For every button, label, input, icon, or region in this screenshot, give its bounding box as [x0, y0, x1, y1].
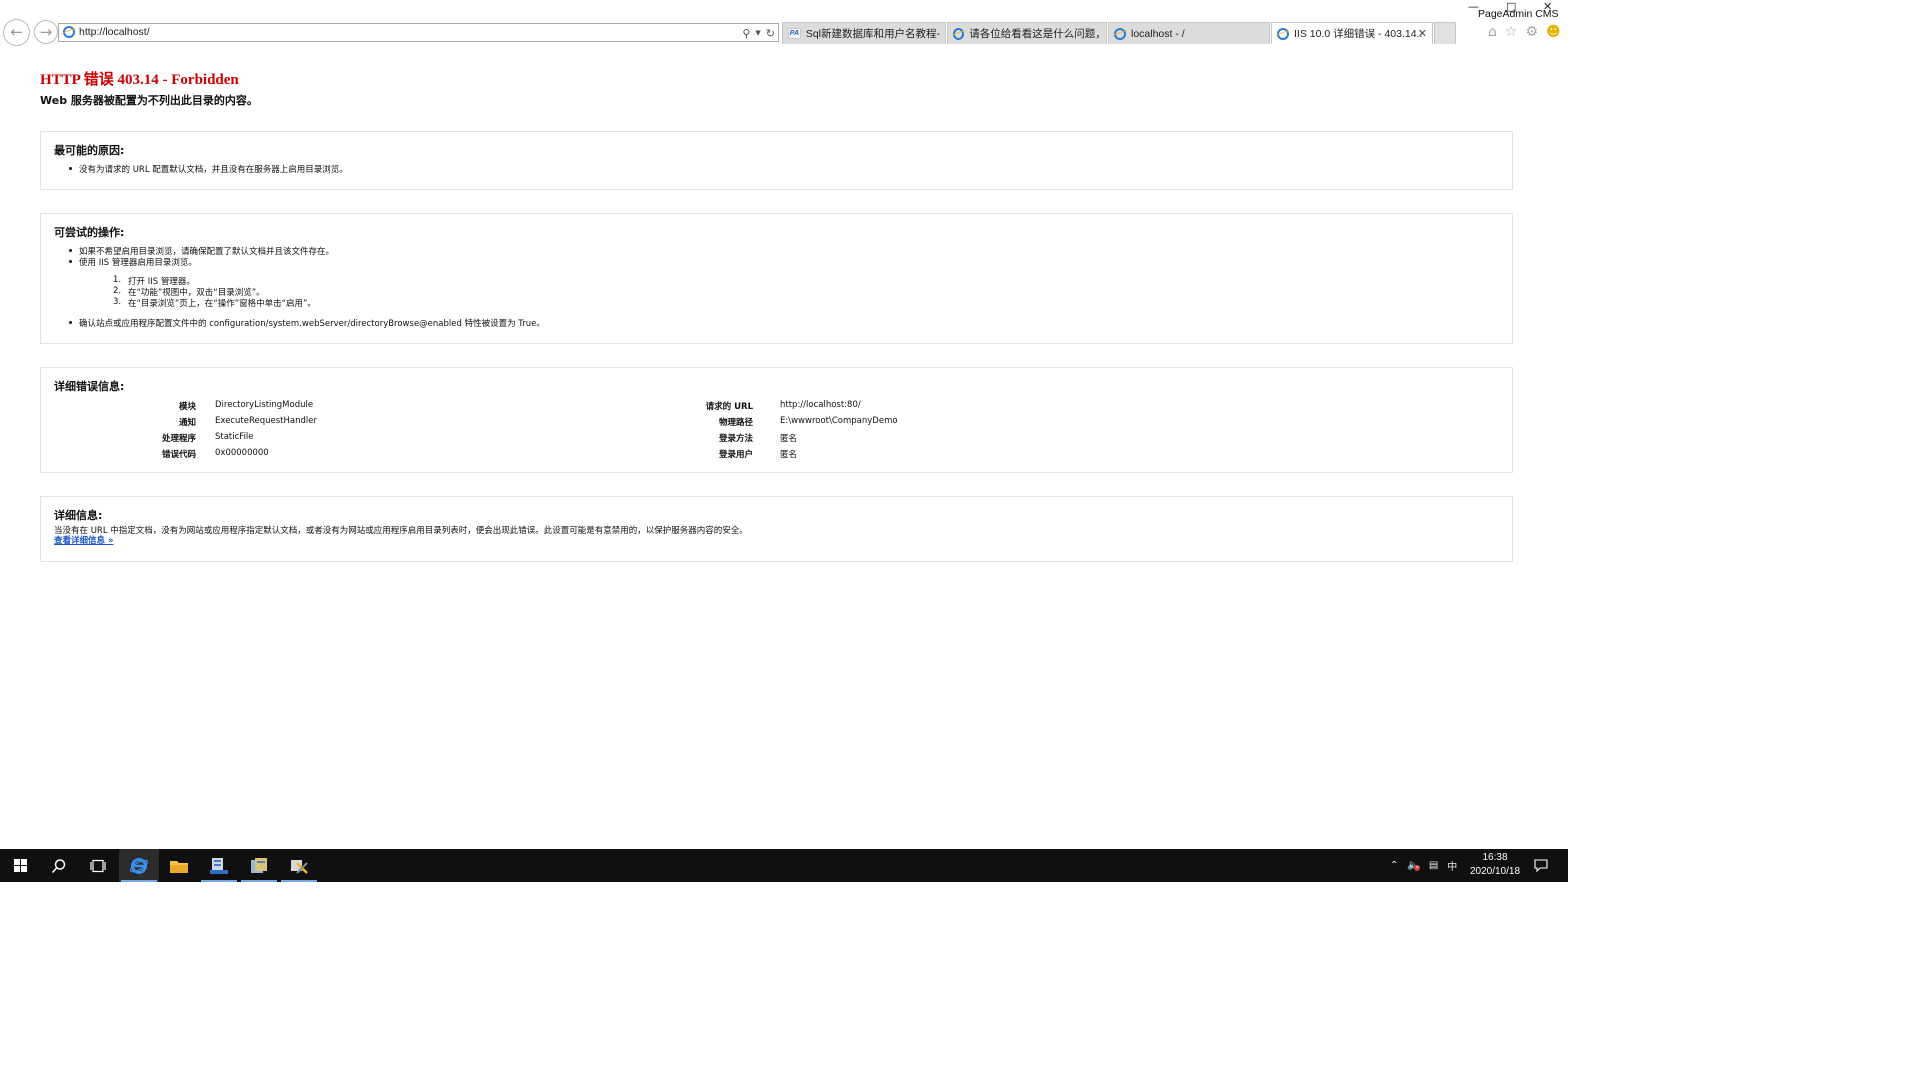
task-view-button[interactable] [78, 849, 118, 882]
detail-key: 登录用户 [718, 450, 753, 460]
cause-heading: 最可能的原因: [54, 144, 125, 157]
taskbar-server-manager[interactable] [199, 849, 239, 882]
search-button[interactable] [39, 849, 79, 882]
taskbar-explorer[interactable] [159, 849, 199, 882]
taskbar-app[interactable] [239, 849, 279, 882]
search-icon[interactable]: ⚲ [742, 27, 750, 40]
more-info-link[interactable]: 查看详细信息 » [54, 534, 113, 546]
detail-value: 匿名 [780, 450, 798, 460]
taskbar-tools[interactable] [279, 849, 319, 882]
system-tray: ⌃ 🔈✕ ▤ 中 [1390, 849, 1457, 882]
task-view-icon [90, 859, 106, 872]
more-info-heading: 详细信息: [54, 509, 103, 522]
tab-localhost[interactable]: localhost - / [1108, 22, 1270, 44]
action-item: 确认站点或应用程序配置文件中的 configuration/system.web… [69, 319, 545, 329]
start-icon [13, 859, 27, 872]
ie-icon [953, 27, 965, 40]
favorites-star-icon[interactable]: ☆ [1505, 24, 1518, 40]
new-tab-button[interactable] [1434, 22, 1456, 44]
detail-key: 处理程序 [161, 434, 196, 444]
actions-heading: 可尝试的操作: [54, 226, 125, 239]
back-arrow-icon: ← [10, 23, 23, 41]
step-text: 在“目录浏览”页上，在“操作”窗格中单击“启用”。 [128, 299, 316, 309]
detail-error-heading: 详细错误信息: [54, 380, 125, 393]
server-manager-icon [210, 857, 228, 874]
detail-key: 模块 [178, 402, 196, 412]
detail-value: http://localhost:80/ [780, 400, 861, 410]
file-explorer-icon [170, 860, 188, 873]
forward-button[interactable]: → [34, 20, 58, 44]
detail-key: 登录方法 [718, 434, 753, 444]
detail-value: 匿名 [780, 434, 798, 444]
back-button[interactable]: ← [3, 19, 30, 46]
clock-time: 16:38 [1482, 852, 1508, 863]
detail-key: 通知 [178, 418, 196, 428]
tab-label: IIS 10.0 详细错误 - 403.14... [1294, 28, 1422, 40]
tab-label: Sql新建数据库和用户名教程-P... [805, 28, 940, 40]
tools-icon [291, 859, 308, 874]
notification-button[interactable] [1534, 849, 1548, 882]
taskbar: ⌃ 🔈✕ ▤ 中 16:38 2020/10/18 [0, 849, 1568, 882]
refresh-icon[interactable]: ↻ [766, 27, 775, 40]
search-icon [51, 858, 66, 873]
tab-question[interactable]: 请各位给看看这是什么问题，... [947, 22, 1107, 44]
browser-chrome: ← → http://localhost/ ⚲ ▼ ↻ PA Sql新建数据库和… [0, 0, 1568, 46]
clock[interactable]: 16:38 2020/10/18 [1464, 851, 1526, 879]
pageadmin-icon: PA [788, 28, 801, 39]
action-item: 使用 IIS 管理器启用目录浏览。 [69, 258, 197, 268]
error-title: HTTP 错误 403.14 - Forbidden [40, 72, 239, 88]
detail-value: ExecuteRequestHandler [215, 416, 317, 426]
tab-label: 请各位给看看这是什么问题，... [969, 28, 1101, 40]
ime-indicator[interactable]: 中 [1447, 858, 1457, 873]
tab-sql-tutorial[interactable]: PA Sql新建数据库和用户名教程-P... [782, 22, 946, 44]
settings-gear-icon[interactable]: ⚙ [1525, 24, 1538, 40]
error-subtitle: Web 服务器被配置为不列出此目录的内容。 [40, 94, 258, 107]
tab-iis-error[interactable]: IIS 10.0 详细错误 - 403.14... ✕ [1271, 22, 1433, 44]
cause-item: 没有为请求的 URL 配置默认文档，并且没有在服务器上启用目录浏览。 [69, 165, 348, 175]
taskbar-ie[interactable] [119, 849, 159, 882]
tray-expand-icon[interactable]: ⌃ [1390, 860, 1398, 871]
actions-section: 可尝试的操作: 如果不希望启用目录浏览，请确保配置了默认文档并且该文件存在。 使… [40, 213, 1513, 344]
ie-icon [1114, 27, 1126, 40]
detail-key: 请求的 URL [705, 402, 753, 412]
app-icon [251, 857, 267, 873]
step-item: 3. 在“目录浏览”页上，在“操作”窗格中单击“启用”。 [113, 297, 316, 309]
window-title: PageAdmin CMS [1478, 8, 1559, 20]
address-url[interactable]: http://localhost/ [79, 26, 150, 38]
notification-icon [1534, 859, 1548, 872]
clock-date: 2020/10/18 [1469, 866, 1521, 877]
detail-key: 错误代码 [161, 450, 196, 460]
detail-value: E:\wwwroot\CompanyDemo [780, 416, 898, 426]
forward-arrow-icon: → [39, 22, 53, 41]
smiley-feedback-icon[interactable]: ☻ [1546, 24, 1561, 40]
internet-explorer-icon [129, 857, 149, 874]
more-info-section: 详细信息: 当没有在 URL 中指定文档，没有为网站或应用程序指定默认文档，或者… [40, 496, 1513, 562]
browser-tools: ⌂ ☆ ⚙ ☻ [1488, 24, 1561, 40]
more-info-text: 当没有在 URL 中指定文档，没有为网站或应用程序指定默认文档，或者没有为网站或… [54, 526, 748, 536]
cause-section: 最可能的原因: 没有为请求的 URL 配置默认文档，并且没有在服务器上启用目录浏… [40, 131, 1513, 190]
volume-muted-icon[interactable]: 🔈✕ [1407, 860, 1421, 871]
detail-error-section: 详细错误信息: 模块 DirectoryListingModule 通知 Exe… [40, 367, 1513, 473]
start-button[interactable] [0, 849, 40, 882]
detail-value: 0x00000000 [215, 448, 269, 458]
address-tools: ⚲ ▼ ↻ [742, 25, 775, 41]
tab-label: localhost - / [1131, 27, 1185, 40]
detail-value: DirectoryListingModule [215, 400, 314, 410]
address-bar[interactable]: http://localhost/ ⚲ ▼ ↻ [58, 23, 779, 42]
tab-strip: PA Sql新建数据库和用户名教程-P... 请各位给看看这是什么问题，... … [782, 22, 1457, 44]
dropdown-chevron-icon[interactable]: ▼ [755, 29, 760, 37]
ie-page-icon [63, 26, 75, 38]
network-icon[interactable]: ▤ [1429, 860, 1438, 871]
close-tab-icon[interactable]: ✕ [1418, 27, 1427, 40]
home-icon[interactable]: ⌂ [1488, 24, 1497, 40]
detail-value: StaticFile [215, 432, 254, 442]
ie-icon [1277, 27, 1289, 40]
detail-key: 物理路径 [718, 418, 753, 428]
